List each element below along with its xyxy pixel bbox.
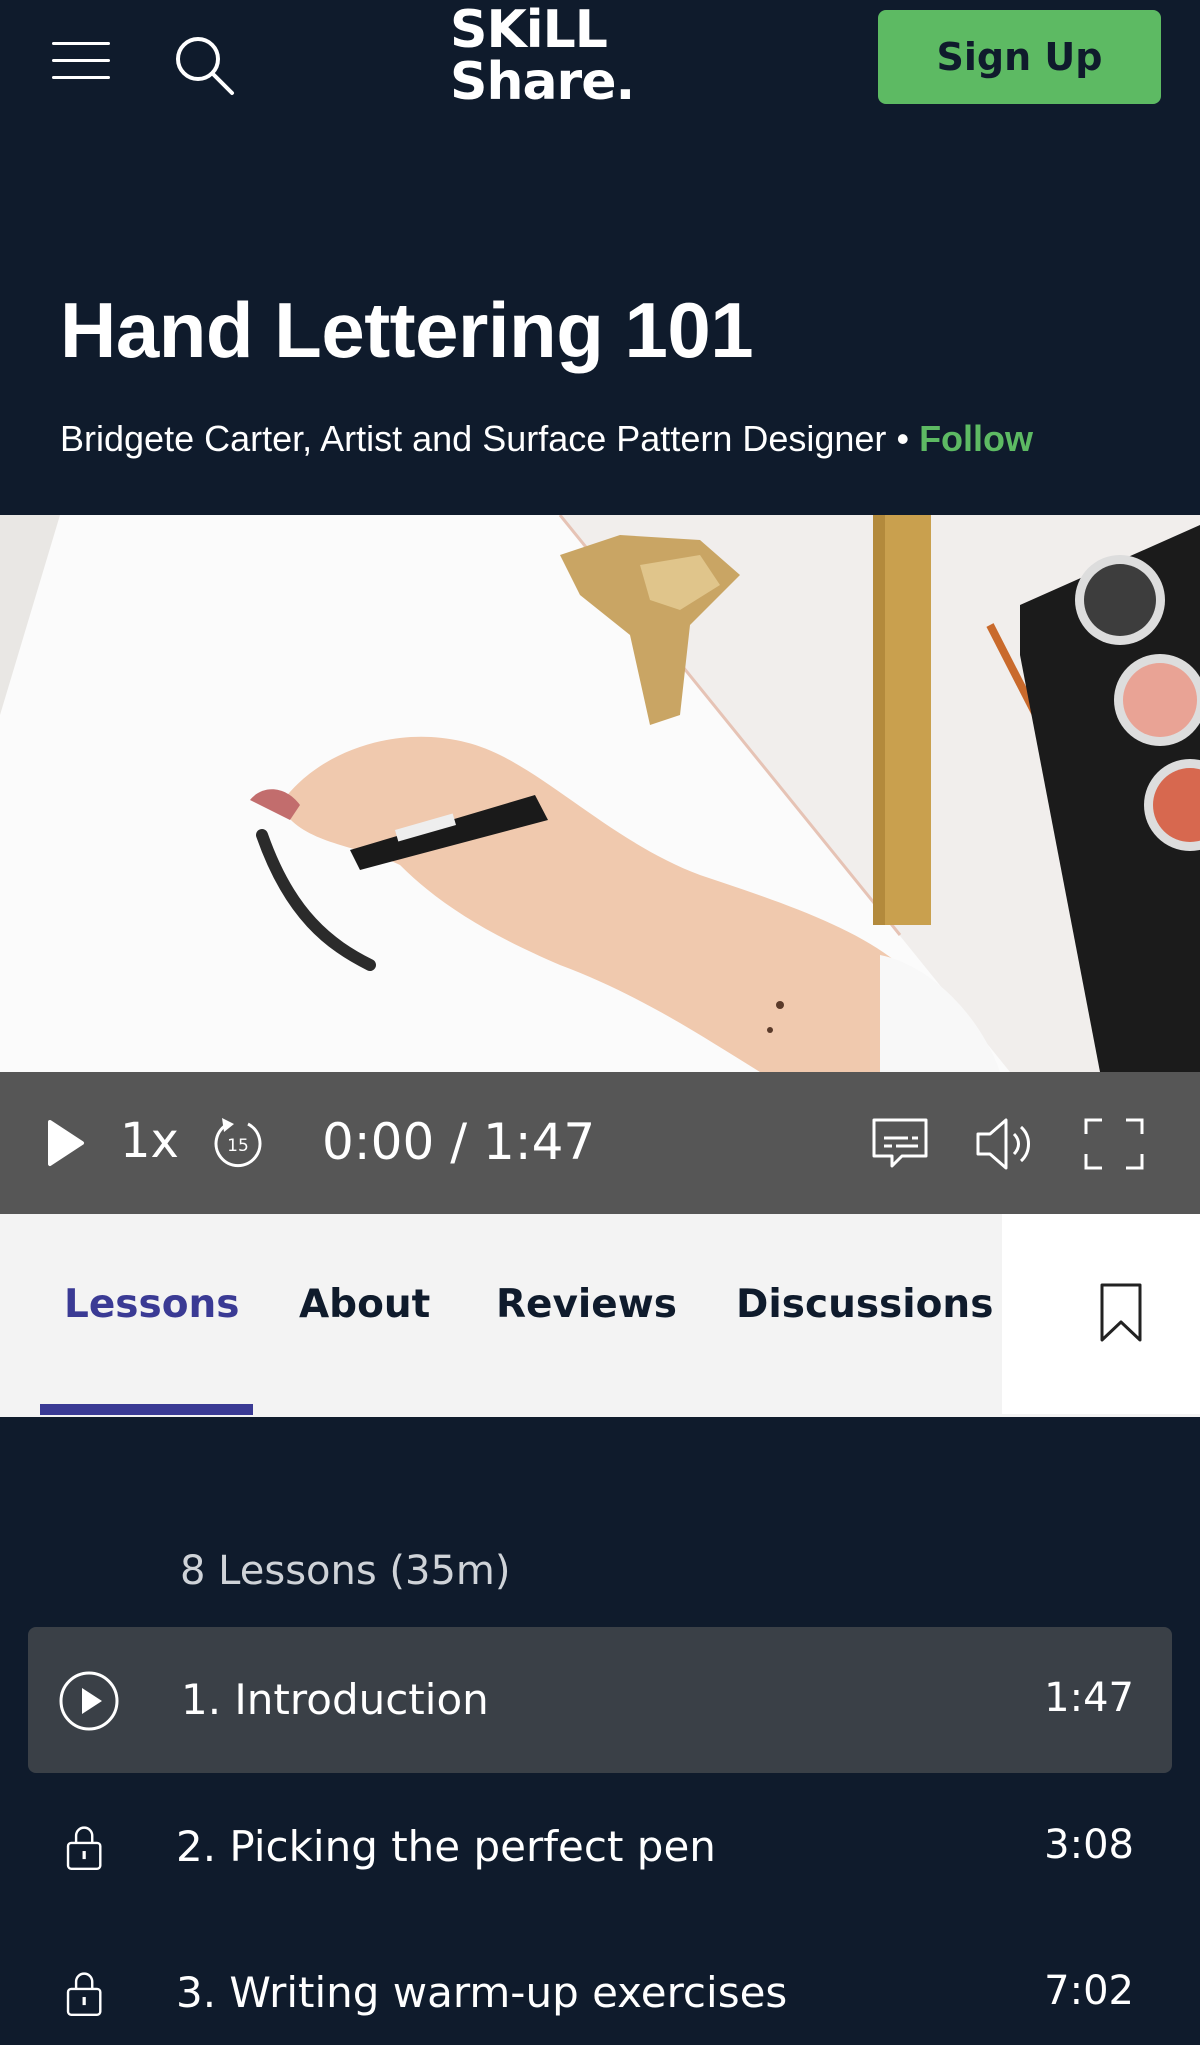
volume-icon[interactable]: [974, 1116, 1036, 1172]
lesson-duration: 1:47: [1044, 1675, 1134, 1721]
hamburger-menu-icon[interactable]: [52, 38, 112, 84]
total-duration: 1:47: [482, 1113, 596, 1171]
byline-separator: •: [896, 418, 910, 459]
video-controls: 1x 15 0:00 / 1:47: [0, 1072, 1200, 1214]
lesson-title: 3. Writing warm-up exercises: [176, 1968, 788, 2017]
course-title: Hand Lettering 101: [60, 286, 754, 374]
tab-about[interactable]: About: [299, 1282, 430, 1327]
lesson-title: 1. Introduction: [181, 1675, 489, 1724]
bookmark-icon: [1100, 1283, 1142, 1342]
lesson-item[interactable]: 1. Introduction 1:47: [28, 1627, 1172, 1773]
tab-reviews[interactable]: Reviews: [496, 1282, 677, 1327]
top-bar: SKiLL Share. Sign Up: [0, 0, 1200, 130]
search-icon[interactable]: [172, 33, 236, 97]
video-thumbnail: [0, 515, 1200, 1072]
lesson-item[interactable]: 3. Writing warm-up exercises 7:02: [28, 1920, 1172, 2045]
fullscreen-icon[interactable]: [1082, 1116, 1146, 1172]
skillshare-logo[interactable]: SKiLL Share.: [450, 4, 670, 120]
lesson-title: 2. Picking the perfect pen: [176, 1822, 716, 1871]
course-tabs: Lessons About Reviews Discussions: [0, 1214, 1200, 1417]
bookmark-button[interactable]: [1002, 1214, 1200, 1414]
lock-icon: [66, 1972, 102, 2016]
tab-discussions[interactable]: Discussions: [736, 1282, 993, 1327]
sign-up-button[interactable]: Sign Up: [878, 10, 1161, 104]
lessons-summary: 8 Lessons (35m): [180, 1548, 511, 1594]
lesson-duration: 3:08: [1044, 1822, 1134, 1868]
captions-icon[interactable]: [870, 1116, 930, 1172]
lesson-duration: 7:02: [1044, 1968, 1134, 2014]
play-icon[interactable]: [46, 1118, 86, 1168]
current-time: 0:00: [322, 1113, 435, 1171]
tab-lessons[interactable]: Lessons: [64, 1282, 240, 1327]
svg-text:15: 15: [227, 1136, 249, 1156]
playback-speed-button[interactable]: 1x: [120, 1113, 179, 1169]
lock-icon: [66, 1826, 102, 1870]
lesson-item[interactable]: 2. Picking the perfect pen 3:08: [28, 1774, 1172, 1920]
instructor-byline: Bridgete Carter, Artist and Surface Patt…: [60, 418, 1033, 460]
video-player[interactable]: [0, 515, 1200, 1072]
time-separator: /: [450, 1113, 468, 1171]
instructor-name[interactable]: Bridgete Carter, Artist and Surface Patt…: [60, 418, 886, 459]
active-tab-indicator: [40, 1404, 253, 1415]
follow-link[interactable]: Follow: [919, 418, 1033, 459]
playback-timecode: 0:00 / 1:47: [322, 1113, 595, 1171]
rewind-15-icon[interactable]: 15: [210, 1114, 266, 1172]
play-circle-icon: [59, 1671, 119, 1731]
